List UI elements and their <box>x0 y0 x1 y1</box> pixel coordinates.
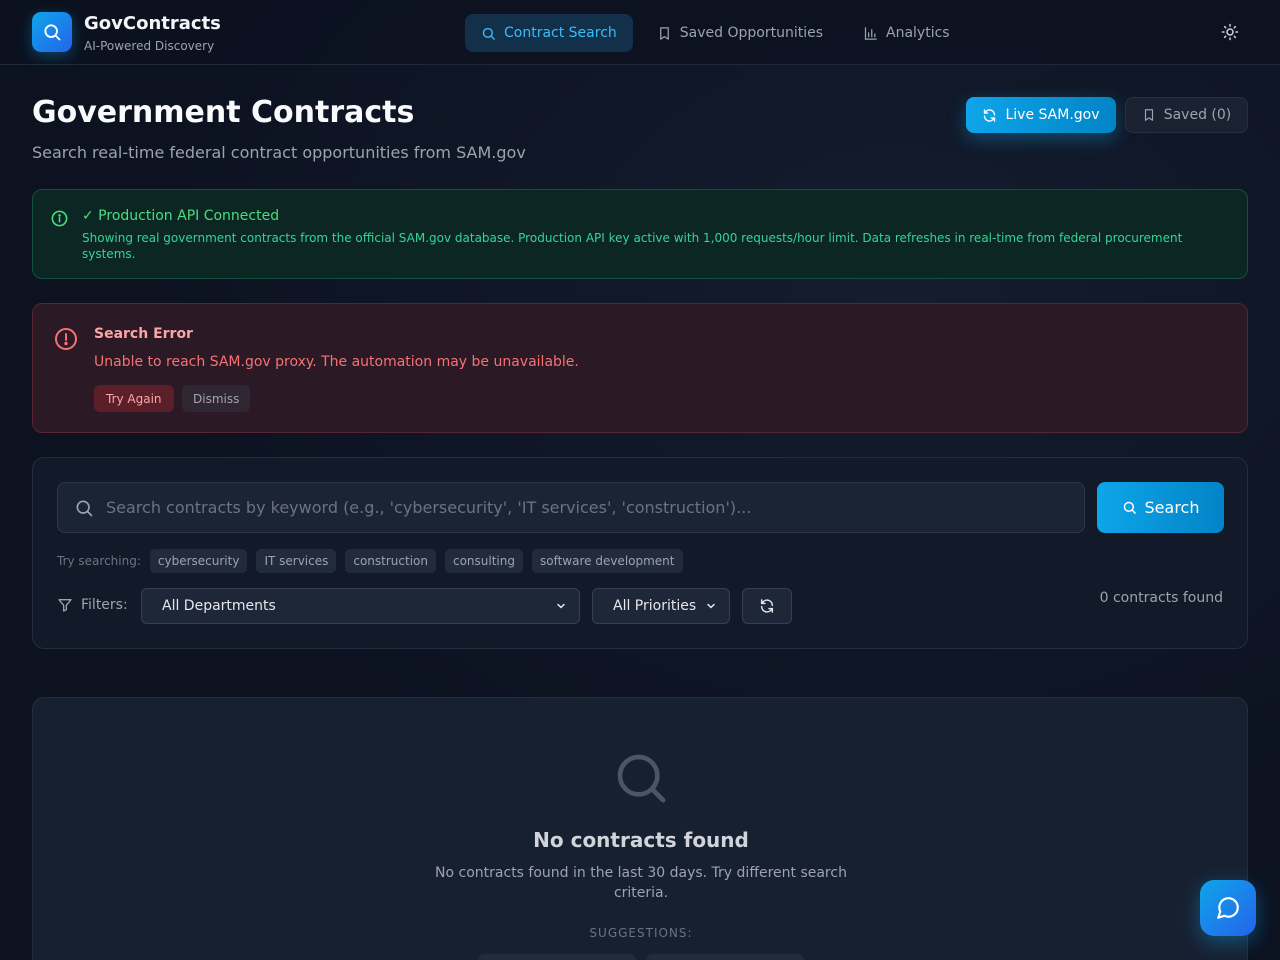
error-title: Search Error <box>94 326 193 342</box>
error-message: Unable to reach SAM.gov proxy. The autom… <box>94 354 579 370</box>
nav-label: Saved Opportunities <box>679 25 824 41</box>
nav-label: Contract Search <box>504 25 617 41</box>
search-error-alert: Search Error Unable to reach SAM.gov pro… <box>32 303 1248 433</box>
search-icon <box>482 27 495 40</box>
info-icon <box>51 210 68 227</box>
page-subtitle: Search real-time federal contract opport… <box>32 143 526 162</box>
saved-button[interactable]: Saved (0) <box>1125 97 1248 133</box>
suggestion-card[interactable] <box>645 954 805 960</box>
search-input[interactable] <box>106 483 1066 532</box>
brand-title: GovContracts <box>84 13 221 34</box>
search-button-label: Search <box>1144 498 1200 517</box>
empty-state-panel: No contracts found No contracts found in… <box>32 697 1248 960</box>
suggestion-chip[interactable]: software development <box>531 549 683 573</box>
live-samgov-button[interactable]: Live SAM.gov <box>966 97 1116 133</box>
api-status-text: Showing real government contracts from t… <box>82 231 1183 261</box>
results-count: 0 contracts found <box>1099 590 1223 606</box>
suggestion-chip[interactable]: IT services <box>256 549 337 573</box>
try-searching-label: Try searching: <box>57 554 141 568</box>
suggestion-chip[interactable]: cybersecurity <box>149 549 248 573</box>
bookmark-icon <box>659 26 669 40</box>
refresh-icon <box>984 108 996 122</box>
bookmark-icon <box>1144 109 1153 121</box>
priority-value: All Priorities <box>613 598 697 614</box>
suggestions-label: SUGGESTIONS: <box>589 926 693 940</box>
suggestion-chip[interactable]: construction <box>345 549 436 573</box>
empty-state-text: No contracts found in the last 30 days. … <box>435 865 847 901</box>
department-value: All Departments <box>162 598 276 614</box>
suggestion-chip[interactable]: consulting <box>444 549 523 573</box>
search-icon <box>1123 501 1136 514</box>
brand-subtitle: AI-Powered Discovery <box>84 39 215 53</box>
sun-icon <box>1221 23 1239 41</box>
search-icon <box>44 24 61 41</box>
logo[interactable] <box>32 12 72 52</box>
saved-label: Saved (0) <box>1163 107 1232 123</box>
refresh-icon <box>760 599 774 613</box>
empty-state-title: No contracts found <box>533 828 749 852</box>
api-status-banner: ✓ Production API Connected Showing real … <box>32 189 1248 279</box>
chat-button[interactable] <box>1200 880 1256 936</box>
search-button[interactable]: Search <box>1097 482 1224 533</box>
nav-label: Analytics <box>886 25 950 41</box>
priority-select[interactable]: All Priorities <box>592 588 730 624</box>
chat-icon <box>1217 897 1239 919</box>
main-nav: Contract Search Saved Opportunities Anal… <box>465 14 966 52</box>
filters-label: Filters: <box>57 597 128 613</box>
live-label: Live SAM.gov <box>1005 107 1100 123</box>
suggestion-chips: Try searching: cybersecurity IT services… <box>57 549 683 573</box>
api-status-title: ✓ Production API Connected <box>82 208 280 224</box>
filters-text: Filters: <box>81 597 128 613</box>
dismiss-button[interactable]: Dismiss <box>182 385 251 412</box>
alert-icon <box>55 328 77 350</box>
chevron-down-icon <box>557 603 565 609</box>
bar-chart-icon <box>864 26 877 40</box>
refresh-button[interactable] <box>742 588 792 624</box>
filter-icon <box>58 599 72 612</box>
search-panel: Search Try searching: cybersecurity IT s… <box>32 457 1248 649</box>
search-icon <box>76 500 93 517</box>
department-select[interactable]: All Departments <box>141 588 580 624</box>
nav-saved-opportunities[interactable]: Saved Opportunities <box>641 14 839 52</box>
chevron-down-icon <box>707 603 715 609</box>
top-navbar: GovContracts AI-Powered Discovery Contra… <box>0 0 1280 65</box>
search-field <box>57 482 1085 533</box>
nav-contract-search[interactable]: Contract Search <box>465 14 633 52</box>
suggestion-card[interactable] <box>477 954 637 960</box>
search-icon <box>617 754 666 803</box>
theme-toggle-button[interactable] <box>1218 20 1242 44</box>
try-again-button[interactable]: Try Again <box>94 385 174 412</box>
nav-analytics[interactable]: Analytics <box>847 14 966 52</box>
page-title: Government Contracts <box>32 95 415 130</box>
